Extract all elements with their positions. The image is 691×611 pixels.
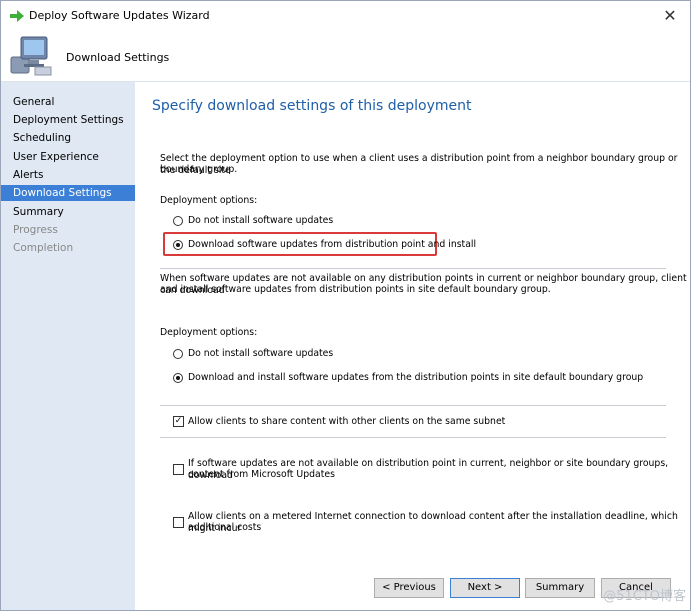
title-bar: Deploy Software Updates Wizard ✕ [1,1,690,31]
checkbox-microsoft-updates-label-line2[interactable]: content from Microsoft Updates [188,469,335,481]
sidebar-item-summary[interactable]: Summary [1,204,135,220]
sidebar-item-download-settings[interactable]: Download Settings [1,185,135,201]
radio-download-from-dp[interactable] [173,240,183,250]
info-text-line2: and install software updates from distri… [160,284,551,295]
sidebar-item-progress: Progress [13,224,58,236]
radio-do-not-install-2-label[interactable]: Do not install software updates [188,348,333,360]
wizard-content: Specify download settings of this deploy… [136,82,690,610]
sidebar-item-deployment-settings[interactable]: Deployment Settings [1,112,135,128]
summary-button[interactable]: Summary [525,578,595,598]
deployment-options-label-2: Deployment options: [160,327,258,338]
intro-text-line1: Select the deployment option to use when… [160,153,678,176]
computer-icon [10,36,52,76]
sidebar-item-alerts[interactable]: Alerts [1,167,135,183]
checkbox-microsoft-updates[interactable] [173,464,184,475]
checkbox-metered-connection[interactable] [173,517,184,528]
watermark-text: @51CTO博客 [603,589,686,604]
previous-button[interactable]: < Previous [374,578,444,598]
radio-do-not-install-1[interactable] [173,216,183,226]
radio-do-not-install-2[interactable] [173,349,183,359]
checkbox-metered-connection-label-line2[interactable]: additional costs [188,522,261,534]
radio-do-not-install-1-label[interactable]: Do not install software updates [188,215,333,227]
separator [160,268,666,269]
page-title: Specify download settings of this deploy… [152,98,472,114]
sidebar-item-scheduling[interactable]: Scheduling [1,130,135,146]
wizard-sidebar: General Deployment Settings Scheduling U… [1,82,135,610]
checkbox-share-content-label[interactable]: Allow clients to share content with othe… [188,416,505,428]
radio-download-from-default-group[interactable] [173,373,183,383]
intro-text-line2: boundary group. [160,164,238,175]
separator [160,437,666,438]
next-button[interactable]: Next > [450,578,520,598]
arrow-right-icon [10,10,24,22]
radio-download-from-default-group-label[interactable]: Download and install software updates fr… [188,372,643,384]
checkbox-metered-connection-label-line1[interactable]: Allow clients on a metered Internet conn… [188,511,690,534]
window-title: Deploy Software Updates Wizard [29,9,210,22]
header-title: Download Settings [66,51,170,64]
sidebar-item-general[interactable]: General [1,94,135,110]
deployment-options-label-1: Deployment options: [160,195,258,206]
close-button[interactable]: ✕ [658,5,682,27]
checkbox-share-content[interactable]: ✓ [173,416,184,427]
sidebar-item-user-experience[interactable]: User Experience [1,149,135,165]
radio-download-from-dp-label[interactable]: Download software updates from distribut… [188,239,476,251]
separator [160,405,666,406]
wizard-header: Download Settings [1,31,690,82]
sidebar-item-completion: Completion [13,242,74,254]
wizard-window: Deploy Software Updates Wizard ✕ Downloa… [0,0,691,611]
